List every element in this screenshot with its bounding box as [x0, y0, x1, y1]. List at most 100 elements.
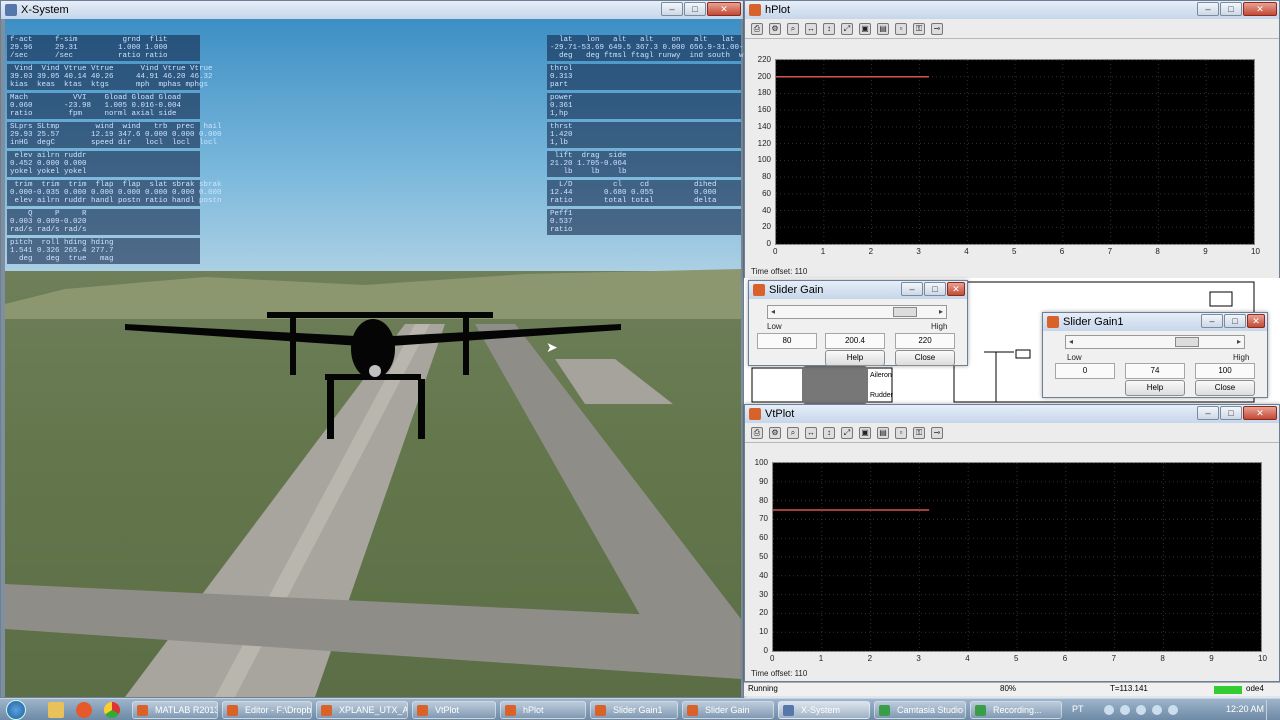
print-icon[interactable]: ⎙ — [751, 426, 763, 439]
x-tick-label: 3 — [916, 654, 921, 663]
slider-right-arrow-icon[interactable]: ▸ — [936, 306, 946, 318]
help-button[interactable]: Help — [1125, 380, 1185, 396]
low-field[interactable]: 80 — [757, 333, 817, 349]
taskbar-item[interactable]: Camtasia Studio ... — [874, 701, 966, 719]
taskbar-item[interactable]: X-System — [778, 701, 870, 719]
lock-icon[interactable]: ⚿ — [913, 22, 925, 35]
maximize-button[interactable]: □ — [684, 2, 706, 16]
slider-gain-slider[interactable]: ◂ ▸ — [767, 305, 947, 319]
slider-left-arrow-icon[interactable]: ◂ — [768, 306, 778, 318]
firefox-icon[interactable] — [76, 702, 92, 718]
taskbar-item[interactable]: hPlot — [500, 701, 586, 719]
x-tick-label: 8 — [1155, 247, 1160, 256]
x-tick-label: 8 — [1160, 654, 1165, 663]
taskbar-item[interactable]: VtPlot — [412, 701, 496, 719]
data-panel-line: 29.96 29.31 1.000 1.000 — [10, 44, 168, 52]
data-panel: trim trim trim flap flap slat sbrak sbra… — [7, 180, 222, 206]
low-field[interactable]: 0 — [1055, 363, 1115, 379]
data-panel-line: Q P R — [10, 210, 87, 218]
xsystem-window: X-System – □ ✕ f-act f-sim grnd flit 29.… — [0, 0, 766, 698]
autoscale-icon[interactable]: ⤢ — [841, 22, 853, 35]
start-button-icon[interactable] — [6, 700, 26, 720]
lock-icon[interactable]: ⚿ — [913, 426, 925, 439]
close-button[interactable]: ✕ — [1243, 2, 1277, 16]
taskbar-item[interactable]: XPLANE_UTX_AU... — [316, 701, 408, 719]
tray-network-icon[interactable] — [1104, 705, 1114, 715]
close-button[interactable]: ✕ — [947, 282, 965, 296]
taskbar-item[interactable]: MATLAB R2013a — [132, 701, 218, 719]
show-desktop-button[interactable] — [1266, 700, 1278, 720]
hplot-title: hPlot — [765, 4, 791, 16]
y-tick-label: 200 — [757, 71, 771, 81]
tray-power-icon[interactable] — [1152, 705, 1162, 715]
maximize-button[interactable]: □ — [1224, 314, 1246, 328]
explorer-icon[interactable] — [48, 702, 64, 718]
x-tick-label: 3 — [916, 247, 921, 256]
gain-value-field[interactable]: 74 — [1125, 363, 1185, 379]
close-dialog-button[interactable]: Close — [895, 350, 955, 366]
high-field[interactable]: 220 — [895, 333, 955, 349]
restore-axes-icon[interactable]: ▤ — [877, 22, 889, 35]
taskbar-item[interactable]: Editor - F:\Dropb... — [222, 701, 312, 719]
zoom-y-icon[interactable]: ↕ — [823, 426, 835, 439]
slider-thumb[interactable] — [893, 307, 918, 317]
slider-right-arrow-icon[interactable]: ▸ — [1234, 336, 1244, 348]
close-button[interactable]: ✕ — [707, 2, 741, 16]
data-panel: lift drag side 21.20 1.705-0.064 lb lb lb — [547, 151, 741, 177]
minimize-button[interactable]: – — [1197, 2, 1219, 16]
zoom-x-icon[interactable]: ↔ — [805, 22, 817, 35]
minimize-button[interactable]: – — [901, 282, 923, 296]
tray-flag-icon[interactable] — [1136, 705, 1146, 715]
zoom-x-icon[interactable]: ↔ — [805, 426, 817, 439]
signal-selection-icon[interactable]: ⊸ — [931, 22, 943, 35]
autoscale-icon[interactable]: ⤢ — [841, 426, 853, 439]
slider-gain1-slider[interactable]: ◂ ▸ — [1065, 335, 1245, 349]
gain-value-field[interactable]: 200.4 — [825, 333, 885, 349]
minimize-button[interactable]: – — [1201, 314, 1223, 328]
hplot-time-offset: Time offset: 110 — [751, 267, 808, 276]
hplot-titlebar[interactable]: hPlot – □ ✕ — [745, 1, 1279, 19]
minimize-button[interactable]: – — [661, 2, 683, 16]
language-indicator[interactable]: PT — [1072, 704, 1084, 714]
parameters-icon[interactable]: ⚙ — [769, 22, 781, 35]
float-icon[interactable]: ▫ — [895, 426, 907, 439]
taskbar-item[interactable]: Recording... — [970, 701, 1062, 719]
print-icon[interactable]: ⎙ — [751, 22, 763, 35]
clock[interactable]: 12:20 AM — [1226, 704, 1264, 714]
restore-axes-icon[interactable]: ▤ — [877, 426, 889, 439]
maximize-button[interactable]: □ — [1220, 406, 1242, 420]
close-dialog-button[interactable]: Close — [1195, 380, 1255, 396]
vtplot-titlebar[interactable]: VtPlot – □ ✕ — [745, 405, 1279, 423]
slider-thumb[interactable] — [1175, 337, 1200, 347]
chrome-icon[interactable] — [104, 702, 120, 718]
slider-left-arrow-icon[interactable]: ◂ — [1066, 336, 1076, 348]
float-icon[interactable]: ▫ — [895, 22, 907, 35]
zoom-icon[interactable]: ⌕ — [787, 426, 799, 439]
tray-volume-icon[interactable] — [1120, 705, 1130, 715]
taskbar-item[interactable]: Slider Gain1 — [590, 701, 678, 719]
data-panel-line: elev ailrn ruddr handl postn ratio handl… — [10, 197, 222, 205]
xsystem-titlebar[interactable]: X-System – □ ✕ — [1, 1, 743, 19]
data-panel-line: 1,hp — [550, 110, 569, 118]
slider-gain-titlebar[interactable]: Slider Gain – □ ✕ — [749, 281, 967, 299]
minimize-button[interactable]: – — [1197, 406, 1219, 420]
matlab-icon — [749, 408, 761, 420]
help-button[interactable]: Help — [825, 350, 885, 366]
tray-display-icon[interactable] — [1168, 705, 1178, 715]
taskbar-item[interactable]: Slider Gain — [682, 701, 774, 719]
data-panel-line: thrst — [550, 123, 573, 131]
data-panel-line: 0.361 — [550, 102, 573, 110]
high-field[interactable]: 100 — [1195, 363, 1255, 379]
parameters-icon[interactable]: ⚙ — [769, 426, 781, 439]
vtplot-canvas — [772, 462, 1262, 652]
zoom-icon[interactable]: ⌕ — [787, 22, 799, 35]
save-axes-icon[interactable]: ▣ — [859, 22, 871, 35]
close-button[interactable]: ✕ — [1247, 314, 1265, 328]
signal-selection-icon[interactable]: ⊸ — [931, 426, 943, 439]
close-button[interactable]: ✕ — [1243, 406, 1277, 420]
slider-gain1-titlebar[interactable]: Slider Gain1 – □ ✕ — [1043, 313, 1267, 331]
zoom-y-icon[interactable]: ↕ — [823, 22, 835, 35]
maximize-button[interactable]: □ — [1220, 2, 1242, 16]
maximize-button[interactable]: □ — [924, 282, 946, 296]
save-axes-icon[interactable]: ▣ — [859, 426, 871, 439]
